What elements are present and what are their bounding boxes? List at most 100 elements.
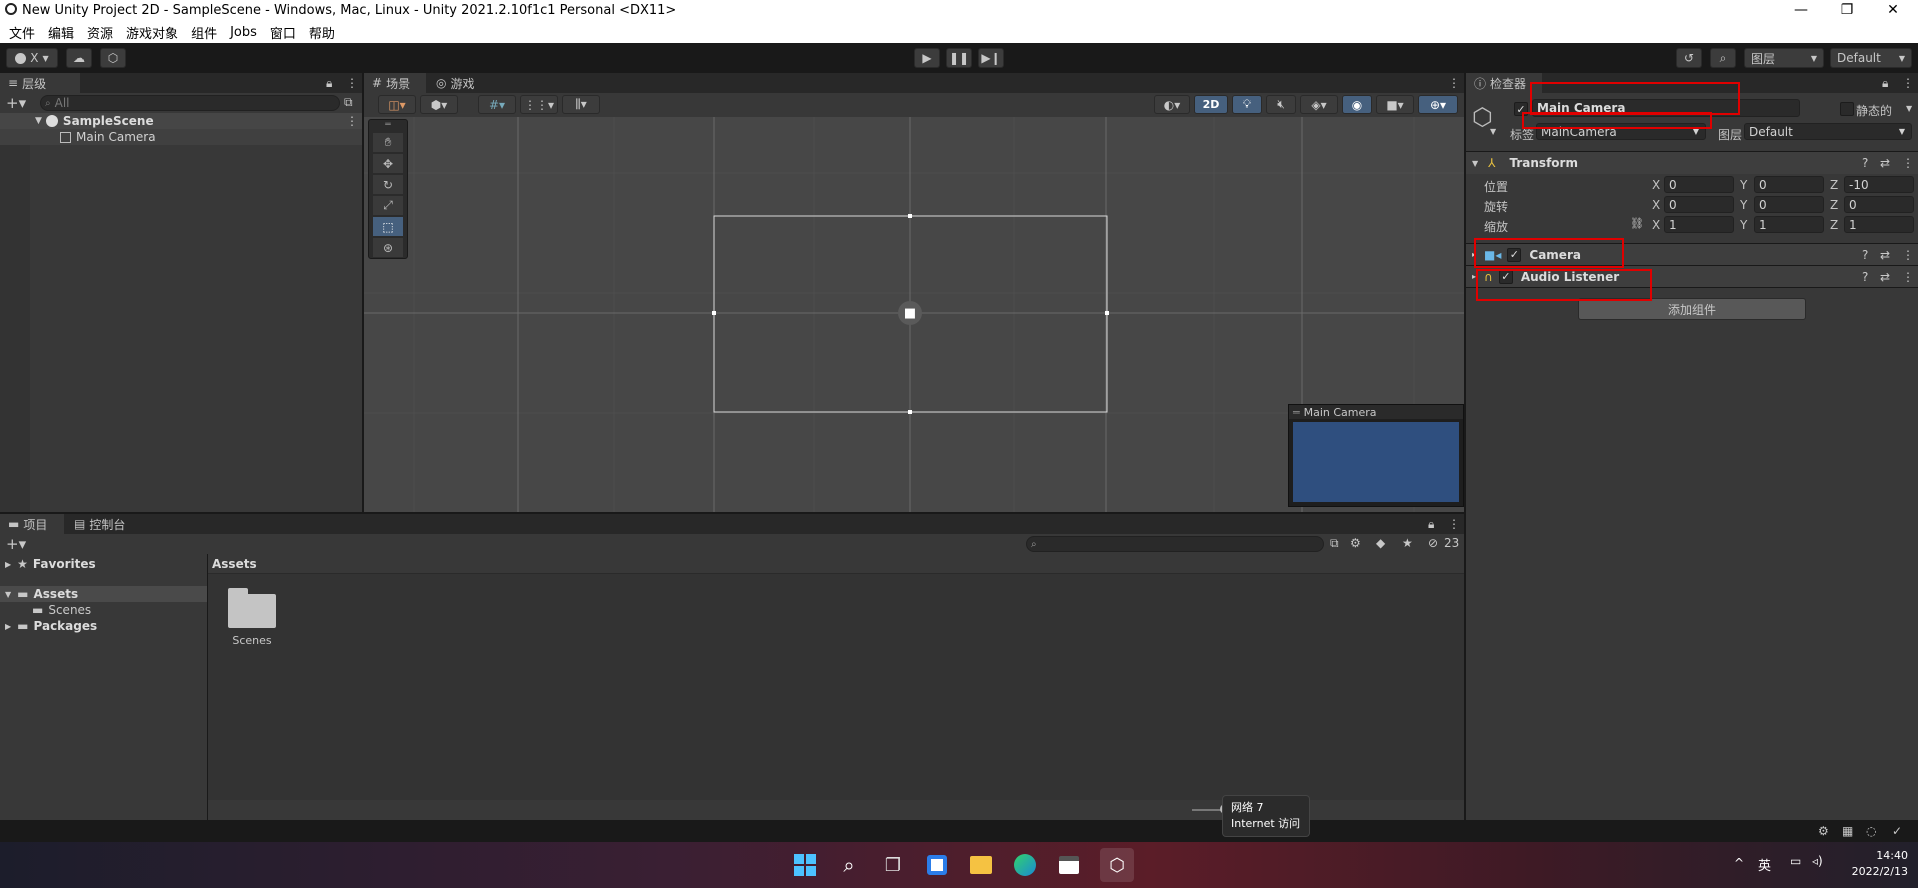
rotation-x-field[interactable]: 0	[1664, 196, 1734, 213]
axis-y-label[interactable]: Y	[1740, 218, 1747, 232]
project-search[interactable]: ⌕	[1026, 536, 1324, 552]
menu-assets[interactable]: 资源	[87, 23, 113, 42]
tree-item-scenes[interactable]: ▬ Scenes	[0, 602, 207, 618]
draw-mode-dropdown[interactable]: ◫▾	[378, 95, 416, 114]
transform-tool-icon[interactable]: ⊛	[373, 238, 403, 257]
debug-icon[interactable]: ⚙︎	[1818, 824, 1829, 838]
scale-z-field[interactable]: 1	[1844, 216, 1914, 233]
tab-project[interactable]: ▬ 项目	[0, 514, 64, 534]
icon-dropdown-arrow[interactable]: ▼	[1490, 127, 1496, 136]
palette-handle[interactable]: ═	[369, 120, 407, 132]
more-options-icon[interactable]: ⋮	[1448, 76, 1460, 90]
chevron-down-icon[interactable]: ▼	[1906, 104, 1912, 113]
preset-icon[interactable]: ⇄	[1880, 248, 1890, 262]
more-options-icon[interactable]: ⋮	[346, 76, 358, 90]
history-button[interactable]: ↺	[1676, 48, 1702, 68]
step-button[interactable]: ▶❙	[978, 48, 1004, 68]
more-options-icon[interactable]: ⋮	[1902, 270, 1914, 284]
label-icon[interactable]: ◆	[1376, 536, 1385, 550]
close-button[interactable]: ✕	[1870, 0, 1916, 22]
move-tool-icon[interactable]: ✥	[373, 154, 403, 173]
more-options-icon[interactable]: ⋮	[1902, 76, 1914, 90]
rect-tool-icon[interactable]: ⬚	[373, 217, 403, 236]
tree-item-favorites[interactable]: ▶ ★ Favorites	[0, 556, 207, 572]
preset-icon[interactable]: ⇄	[1880, 156, 1890, 170]
play-button[interactable]: ▶	[914, 48, 940, 68]
collab-button[interactable]: ⬡	[100, 48, 126, 68]
increment-snap-button[interactable]: ⋮⋮▾	[520, 95, 558, 114]
file-explorer-icon[interactable]	[968, 852, 994, 878]
windows-start-icon[interactable]	[792, 852, 818, 878]
render-mode-dropdown[interactable]: ◐▾	[1154, 95, 1190, 114]
hierarchy-search[interactable]: ⌕ All	[40, 95, 340, 111]
store-icon[interactable]	[1056, 852, 1082, 878]
search-button[interactable]: ⌕	[1710, 48, 1736, 68]
effects-dropdown[interactable]: ◈▾	[1300, 95, 1338, 114]
edge-browser-icon[interactable]	[1012, 852, 1038, 878]
hidden-objects-button[interactable]: ◉	[1342, 95, 1372, 114]
preset-icon[interactable]: ⇄	[1880, 270, 1890, 284]
help-icon[interactable]: ?	[1862, 270, 1868, 284]
position-z-field[interactable]: -10	[1844, 176, 1914, 193]
menu-edit[interactable]: 编辑	[48, 23, 74, 42]
maximize-button[interactable]: ❐	[1824, 0, 1870, 22]
shading-dropdown[interactable]: ⬢▾	[420, 95, 458, 114]
chevron-up-icon[interactable]: ^	[1734, 856, 1744, 870]
ruler-button[interactable]: ⫼▾	[562, 95, 600, 114]
hidden-packages-icon[interactable]: ⊘	[1428, 536, 1438, 550]
check-icon[interactable]: ✓	[1892, 824, 1902, 838]
camera-preview-header[interactable]: ═ Main Camera	[1289, 405, 1463, 419]
progress-icon[interactable]: ◌	[1866, 824, 1876, 838]
help-icon[interactable]: ?	[1862, 248, 1868, 262]
camera-gizmo-icon[interactable]: ■	[898, 301, 922, 325]
rotate-tool-icon[interactable]: ↻	[373, 175, 403, 194]
hierarchy-item-main-camera[interactable]: Main Camera	[0, 129, 362, 145]
menu-jobs[interactable]: Jobs	[230, 25, 257, 40]
more-options-icon[interactable]: ⋮	[1448, 517, 1460, 531]
mode-2d-button[interactable]: 2D	[1194, 95, 1228, 114]
grid-snap-button[interactable]: #▾	[478, 95, 516, 114]
axis-x-label[interactable]: X	[1652, 198, 1660, 212]
static-checkbox[interactable]	[1840, 102, 1854, 116]
rotation-z-field[interactable]: 0	[1844, 196, 1914, 213]
filter-icon[interactable]: ⚙︎	[1350, 536, 1361, 550]
account-button[interactable]: X ▼	[6, 48, 58, 68]
scale-tool-icon[interactable]: ⤢	[373, 196, 403, 215]
widgets-icon[interactable]	[924, 852, 950, 878]
layer-dropdown[interactable]: Default ▼	[1744, 123, 1912, 140]
gizmos-dropdown[interactable]: ⊕▾	[1418, 95, 1458, 114]
cloud-button[interactable]: ☁	[66, 48, 92, 68]
menu-component[interactable]: 组件	[191, 23, 217, 42]
volume-icon[interactable]: ◃)	[1812, 854, 1823, 868]
layers-dropdown[interactable]: 图层 ▼	[1744, 48, 1824, 68]
pause-button[interactable]: ❚❚	[946, 48, 972, 68]
axis-x-label[interactable]: X	[1652, 178, 1660, 192]
scene-row[interactable]: ▼ SampleScene ⋮	[0, 113, 362, 129]
favorite-star-icon[interactable]: ★	[1402, 536, 1413, 550]
scene-visibility-icon[interactable]: ⧉	[344, 95, 353, 110]
add-icon[interactable]: +▾	[6, 535, 26, 553]
camera-dropdown[interactable]: ■▾	[1376, 95, 1414, 114]
scale-y-field[interactable]: 1	[1754, 216, 1824, 233]
transform-header[interactable]: ▼ ⅄ Transform ? ⇄ ⋮	[1466, 152, 1918, 174]
search-by-type-icon[interactable]: ⧉	[1330, 536, 1339, 551]
axis-y-label[interactable]: Y	[1740, 198, 1747, 212]
unity-app-icon[interactable]: ⬡	[1100, 848, 1134, 882]
more-options-icon[interactable]: ⋮	[346, 114, 358, 128]
task-view-icon[interactable]: ❐	[880, 852, 906, 878]
hand-tool-icon[interactable]: ✋︎	[373, 133, 403, 152]
axis-x-label[interactable]: X	[1652, 218, 1660, 232]
tab-hierarchy[interactable]: ≡ 层级	[0, 73, 80, 93]
menu-gameobject[interactable]: 游戏对象	[126, 23, 178, 42]
menu-help[interactable]: 帮助	[309, 23, 335, 42]
tab-console[interactable]: ▤ 控制台	[66, 514, 146, 534]
breadcrumb-assets[interactable]: Assets	[212, 557, 257, 571]
link-icon[interactable]: ⛓︎	[1630, 217, 1644, 230]
axis-y-label[interactable]: Y	[1740, 178, 1747, 192]
tab-scene[interactable]: # 场景	[364, 73, 426, 93]
add-icon[interactable]: +▾	[6, 94, 26, 112]
cache-icon[interactable]: ▦	[1842, 824, 1853, 838]
clock[interactable]: 14:40 2022/2/13	[1838, 848, 1908, 880]
more-options-icon[interactable]: ⋮	[1902, 156, 1914, 170]
position-y-field[interactable]: 0	[1754, 176, 1824, 193]
